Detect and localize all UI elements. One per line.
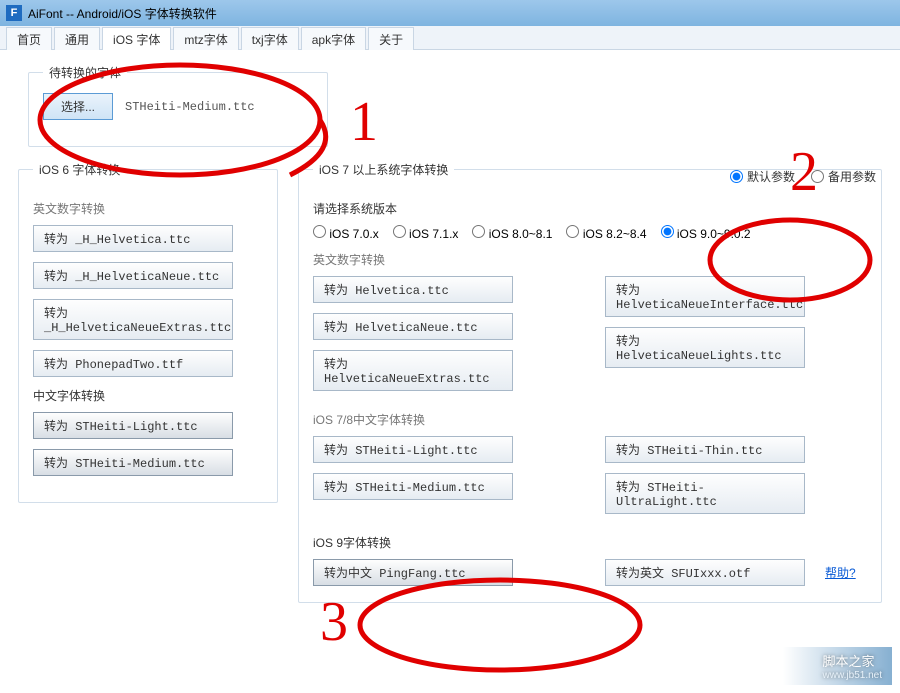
tab-home[interactable]: 首页 [6, 27, 52, 50]
ios6-en-btn-3[interactable]: 转为 PhonepadTwo.ttf [33, 350, 233, 377]
version-label: 请选择系统版本 [313, 200, 867, 217]
ios78-cn-label: iOS 7/8中文字体转换 [313, 411, 867, 428]
ios7-en-label: 英文数字转换 [313, 251, 867, 268]
ios7-en-r1[interactable]: 转为 HelveticaNeueLights.ttc [605, 327, 805, 368]
ios7-en-l2[interactable]: 转为 HelveticaNeueExtras.ttc [313, 350, 513, 391]
ios6-group: iOS 6 字体转换 英文数字转换 转为 _H_Helvetica.ttc 转为… [18, 161, 278, 503]
app-icon: F [6, 5, 22, 21]
params-radio-group: 默认参数 备用参数 [730, 168, 876, 185]
ios7-cn-l1[interactable]: 转为 STHeiti-Medium.ttc [313, 473, 513, 500]
radio-ios90-902[interactable]: iOS 9.0~9.0.2 [661, 225, 751, 241]
titlebar: F AiFont -- Android/iOS 字体转换软件 [0, 0, 900, 26]
radio-ios82-84[interactable]: iOS 8.2~8.4 [566, 225, 646, 241]
ios6-cn-label: 中文字体转换 [33, 387, 263, 404]
version-radio-group: iOS 7.0.x iOS 7.1.x iOS 8.0~8.1 iOS 8.2~… [313, 225, 867, 241]
tab-mtz[interactable]: mtz字体 [173, 27, 238, 50]
ios6-en-btn-1[interactable]: 转为 _H_HelveticaNeue.ttc [33, 262, 233, 289]
ios7-cn-r0[interactable]: 转为 STHeiti-Thin.ttc [605, 436, 805, 463]
radio-ios70x[interactable]: iOS 7.0.x [313, 225, 379, 241]
radio-default-params[interactable]: 默认参数 [730, 168, 795, 185]
ios7-en-l0[interactable]: 转为 Helvetica.ttc [313, 276, 513, 303]
radio-ios80-81[interactable]: iOS 8.0~8.1 [472, 225, 552, 241]
help-link[interactable]: 帮助? [825, 564, 856, 581]
window-title: AiFont -- Android/iOS 字体转换软件 [28, 5, 217, 22]
pending-font-group: 待转换的字体 选择... STHeiti-Medium.ttc [28, 64, 328, 147]
ios7-en-r0[interactable]: 转为 HelveticaNeueInterface.ttc [605, 276, 805, 317]
select-font-button[interactable]: 选择... [43, 93, 113, 120]
tab-about[interactable]: 关于 [368, 27, 414, 50]
ios6-legend: iOS 6 字体转换 [33, 161, 126, 178]
ios6-cn-btn-1[interactable]: 转为 STHeiti-Medium.ttc [33, 449, 233, 476]
ios9-label: iOS 9字体转换 [313, 534, 867, 551]
radio-alt-params[interactable]: 备用参数 [811, 168, 876, 185]
radio-ios71x[interactable]: iOS 7.1.x [393, 225, 459, 241]
tabbar: 首页 通用 iOS 字体 mtz字体 txj字体 apk字体 关于 [0, 26, 900, 50]
ios7-en-l1[interactable]: 转为 HelveticaNeue.ttc [313, 313, 513, 340]
ios9-cn-btn[interactable]: 转为中文 PingFang.ttc [313, 559, 513, 586]
ios7-cn-l0[interactable]: 转为 STHeiti-Light.ttc [313, 436, 513, 463]
ios7-legend: iOS 7 以上系统字体转换 [313, 161, 454, 178]
pending-legend: 待转换的字体 [43, 64, 127, 81]
ios6-cn-btn-0[interactable]: 转为 STHeiti-Light.ttc [33, 412, 233, 439]
ios9-en-btn[interactable]: 转为英文 SFUIxxx.otf [605, 559, 805, 586]
tab-ios-font[interactable]: iOS 字体 [102, 27, 171, 50]
content: 待转换的字体 选择... STHeiti-Medium.ttc 默认参数 备用参… [0, 50, 900, 625]
ios6-en-label: 英文数字转换 [33, 200, 263, 217]
ios6-en-btn-2[interactable]: 转为 _H_HelveticaNeueExtras.ttc [33, 299, 233, 340]
ios7-group: iOS 7 以上系统字体转换 请选择系统版本 iOS 7.0.x iOS 7.1… [298, 161, 882, 603]
selected-filename: STHeiti-Medium.ttc [125, 100, 255, 114]
ios6-en-btn-0[interactable]: 转为 _H_Helvetica.ttc [33, 225, 233, 252]
tab-apk[interactable]: apk字体 [301, 27, 366, 50]
tab-txj[interactable]: txj字体 [241, 27, 299, 50]
watermark: 脚本之家 www.jb51.net [783, 647, 892, 685]
ios7-cn-r1[interactable]: 转为 STHeiti-UltraLight.ttc [605, 473, 805, 514]
tab-general[interactable]: 通用 [54, 27, 100, 50]
